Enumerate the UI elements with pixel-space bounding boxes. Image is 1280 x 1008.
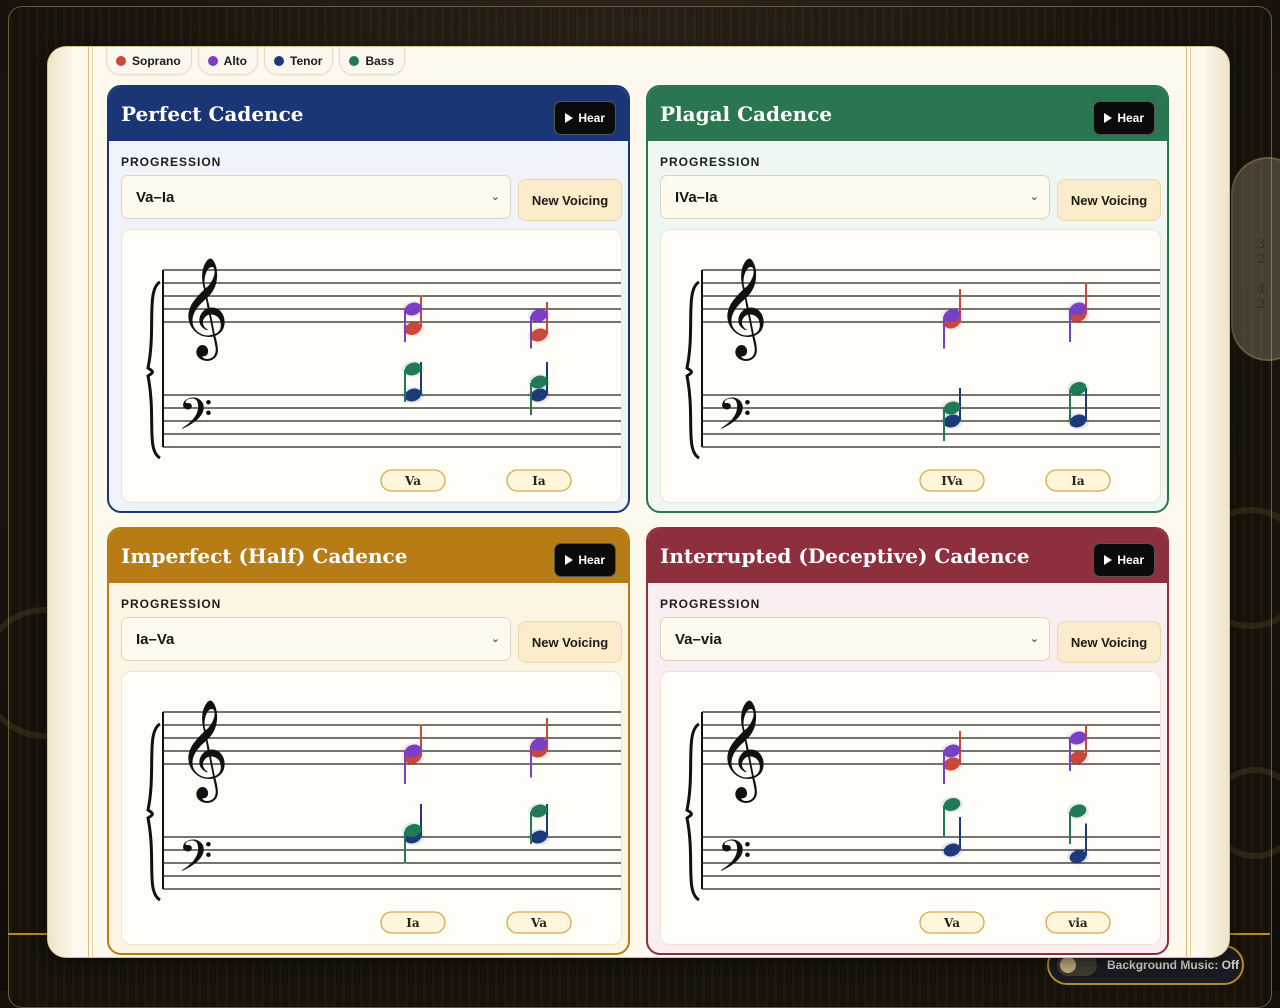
hear-label: Hear (1117, 553, 1144, 567)
card-title: Interrupted (Deceptive) Cadence (660, 544, 1030, 568)
staff-panel: 𝄞 𝄢 IVa Ia (660, 229, 1161, 503)
progression-label: PROGRESSION (660, 155, 761, 169)
chord-label: Ia (532, 474, 546, 488)
treble-clef-icon: 𝄞 (717, 257, 768, 361)
play-icon (1104, 555, 1113, 565)
bass-clef-icon: 𝄢 (717, 388, 752, 451)
new-voicing-button[interactable]: New Voicing (1057, 621, 1161, 663)
grand-staff: 𝄞 𝄢 IVa Ia (685, 257, 1160, 492)
staff-panel: 𝄞 𝄢 Va via (660, 671, 1161, 945)
progression-value: Va–Ia (136, 188, 175, 206)
treble-clef-icon: 𝄞 (717, 699, 768, 803)
tenor-dot-icon (274, 55, 284, 66)
staff-panel: 𝄞 𝄢 Va Ia (121, 229, 622, 503)
new-voicing-button[interactable]: New Voicing (518, 179, 622, 221)
new-voicing-button[interactable]: New Voicing (1057, 179, 1161, 221)
hear-label: Hear (1117, 111, 1144, 125)
chord-label: Va (530, 916, 547, 930)
card-title: Perfect Cadence (121, 102, 304, 126)
progression-label: PROGRESSION (121, 597, 222, 611)
progression-label: PROGRESSION (121, 155, 222, 169)
legend-label: Bass (365, 53, 395, 68)
legend-bass: Bass (339, 47, 406, 75)
progression-value: Va–via (675, 630, 722, 648)
play-icon (565, 555, 574, 565)
hear-button[interactable]: Hear (554, 101, 616, 135)
progression-select[interactable]: IVa–Ia ⌄ (660, 175, 1050, 219)
music-toggle-label: Background Music: Off (1107, 958, 1240, 972)
card-title: Imperfect (Half) Cadence (121, 544, 408, 568)
legend-label: Alto (223, 53, 247, 68)
chord-label: Ia (406, 916, 420, 930)
new-voicing-button[interactable]: New Voicing (518, 621, 622, 663)
progression-value: Ia–Va (136, 630, 175, 648)
progression-label: PROGRESSION (660, 597, 761, 611)
hear-label: Hear (578, 111, 605, 125)
brace (685, 722, 700, 902)
grand-staff: 𝄞 𝄢 Ia Va (146, 699, 621, 934)
chevron-down-icon: ⌄ (1029, 191, 1039, 203)
progression-select[interactable]: Va–Ia ⌄ (121, 175, 511, 219)
treble-clef-icon: 𝄞 (178, 699, 229, 803)
voice-legend: Soprano Alto Tenor Bass (106, 47, 406, 75)
hear-button[interactable]: Hear (1093, 101, 1155, 135)
play-icon (565, 113, 574, 123)
legend-tenor: Tenor (264, 47, 334, 75)
margin-line (1190, 47, 1191, 957)
chord-label: IVa (941, 474, 963, 488)
margin-line (88, 47, 89, 957)
card-header: Interrupted (Deceptive) Cadence Hear (648, 529, 1167, 583)
progression-select[interactable]: Va–via ⌄ (660, 617, 1050, 661)
cadence-card-interrupted: Interrupted (Deceptive) Cadence Hear PRO… (646, 527, 1169, 955)
brace (146, 280, 161, 460)
hear-button[interactable]: Hear (554, 543, 616, 577)
progression-select[interactable]: Ia–Va ⌄ (121, 617, 511, 661)
chevron-down-icon: ⌄ (490, 191, 500, 203)
chevron-down-icon: ⌄ (1029, 633, 1039, 645)
grand-staff: 𝄞 𝄢 Va Ia (146, 257, 621, 492)
alto-dot-icon (207, 55, 218, 66)
legend-soprano: Soprano (106, 47, 192, 75)
treble-clef-icon: 𝄞 (178, 257, 229, 361)
bass-clef-icon: 𝄢 (717, 830, 752, 893)
clock-icon: 3242 (1231, 157, 1280, 361)
bass-clef-icon: 𝄢 (178, 830, 213, 893)
cadence-card-plagal: Plagal Cadence Hear PROGRESSION IVa–Ia ⌄ … (646, 85, 1169, 513)
soprano-dot-icon (116, 55, 126, 66)
card-title: Plagal Cadence (660, 102, 833, 126)
staff-panel: 𝄞 𝄢 Ia Va (121, 671, 622, 945)
brace (146, 722, 161, 902)
page-edge-right (1205, 47, 1229, 957)
legend-alto: Alto (197, 47, 258, 75)
margin-line (1186, 47, 1187, 957)
progression-value: IVa–Ia (675, 188, 718, 206)
hear-button[interactable]: Hear (1093, 543, 1155, 577)
card-header: Imperfect (Half) Cadence Hear (109, 529, 628, 583)
cadence-card-perfect: Perfect Cadence Hear PROGRESSION Va–Ia ⌄ … (107, 85, 630, 513)
grand-staff: 𝄞 𝄢 Va via (685, 699, 1160, 934)
brace (685, 280, 700, 460)
chevron-down-icon: ⌄ (490, 633, 500, 645)
hear-label: Hear (578, 553, 605, 567)
chord-label: Ia (1071, 474, 1085, 488)
play-icon (1104, 113, 1113, 123)
bass-clef-icon: 𝄢 (178, 388, 213, 451)
legend-label: Tenor (290, 53, 323, 68)
toggle-switch[interactable] (1057, 954, 1097, 976)
cadence-card-imperfect: Imperfect (Half) Cadence Hear PROGRESSIO… (107, 527, 630, 955)
card-header: Perfect Cadence Hear (109, 87, 628, 141)
toggle-knob (1060, 957, 1076, 973)
chord-label: via (1067, 916, 1088, 930)
legend-label: Soprano (132, 53, 181, 68)
chord-label: Va (943, 916, 960, 930)
margin-line (92, 47, 93, 957)
bass-dot-icon (349, 55, 360, 66)
card-header: Plagal Cadence Hear (648, 87, 1167, 141)
page-edge-left (48, 47, 72, 957)
chord-label: Va (404, 474, 421, 488)
